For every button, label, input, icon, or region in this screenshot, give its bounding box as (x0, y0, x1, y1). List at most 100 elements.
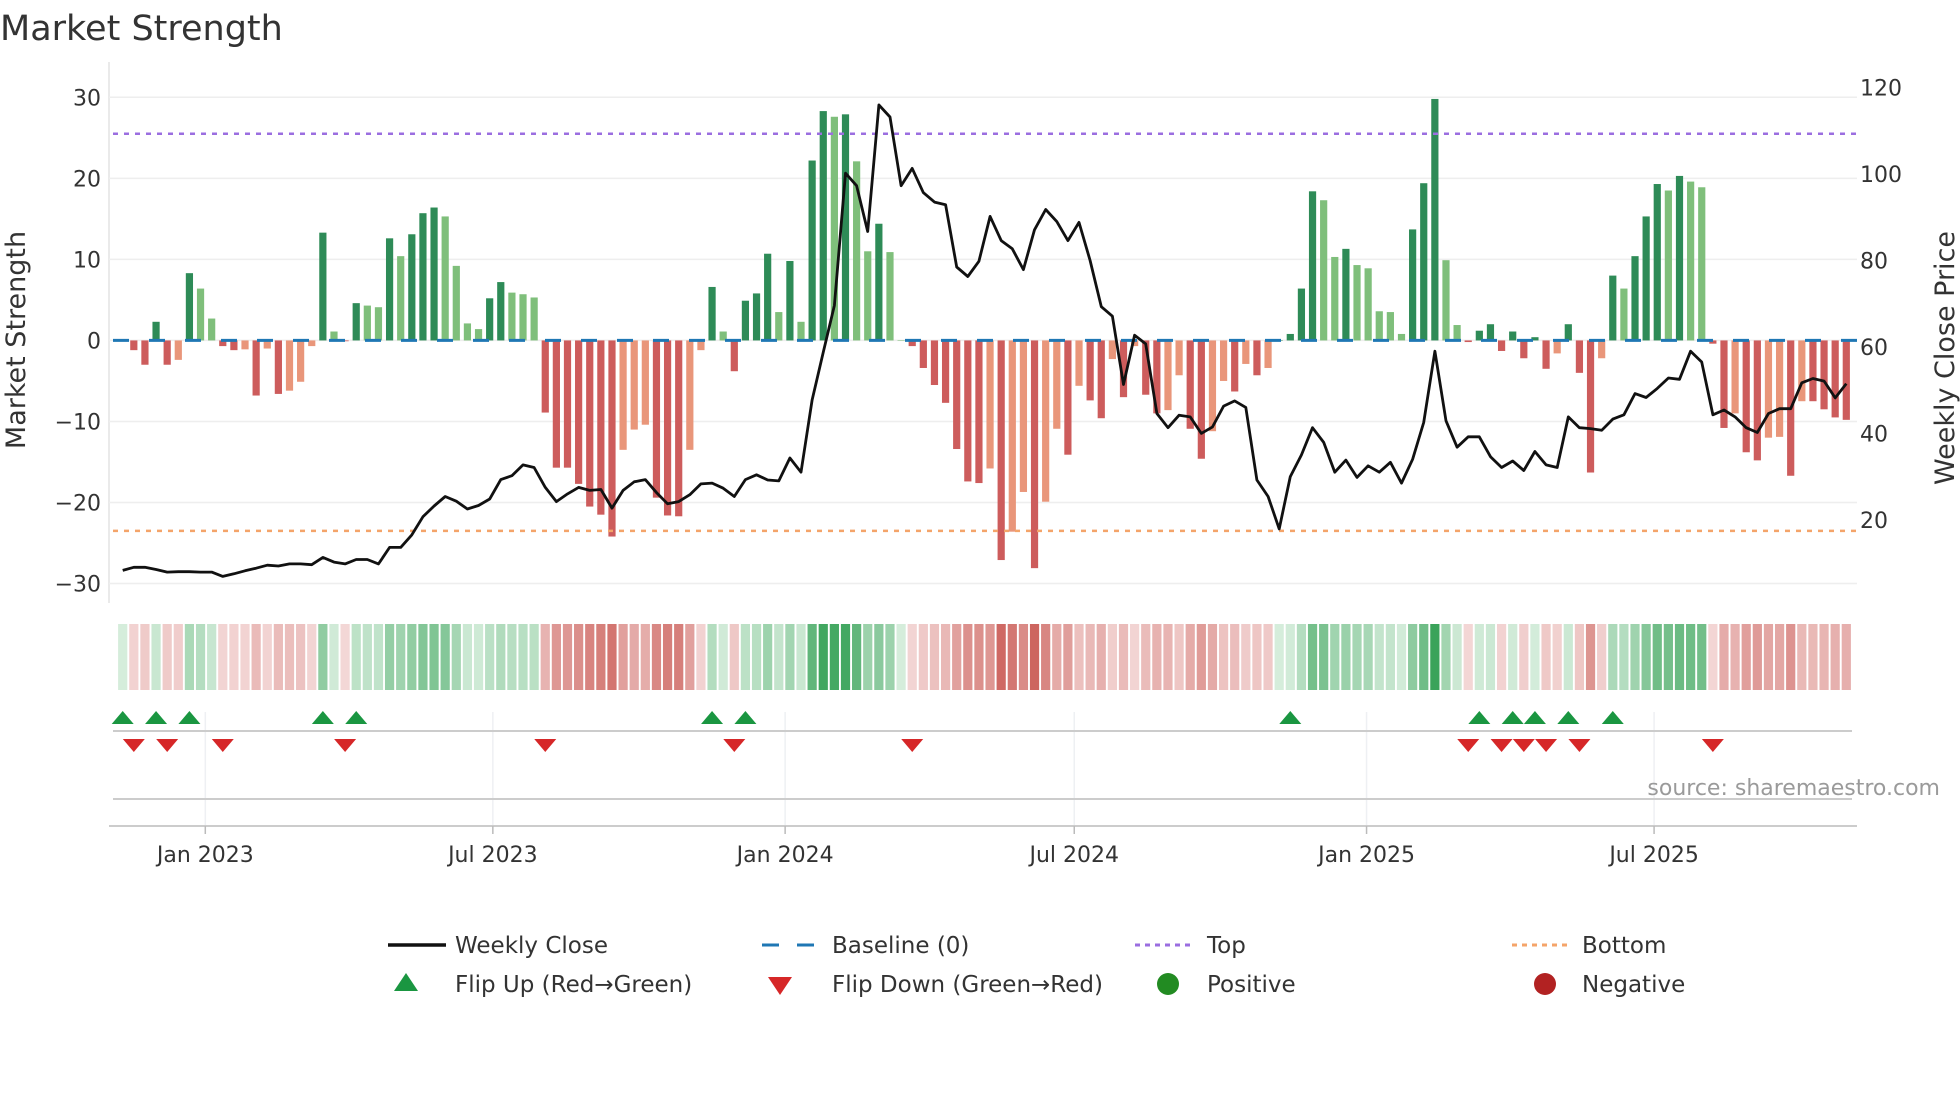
strength-bar (1242, 340, 1250, 364)
y-tick-label: −20 (55, 492, 101, 517)
strength-bar (930, 340, 939, 386)
heatmap-cell (407, 624, 417, 690)
strength-bar (1375, 311, 1383, 341)
heatmap-cell (1252, 624, 1262, 690)
flip-down-marker (1512, 739, 1535, 752)
strength-bar (1486, 324, 1495, 341)
heatmap-cell (774, 624, 784, 690)
heatmap-cell (140, 624, 150, 690)
strength-bar (1764, 340, 1773, 438)
flip-down-marker (1568, 739, 1591, 752)
strength-bar (919, 340, 927, 368)
strength-bar (841, 114, 850, 341)
strength-bar (1442, 260, 1450, 341)
strength-bar (652, 340, 661, 498)
y-axis-ticks: 30 20 10 0 −10 −20 −30 (55, 86, 101, 597)
heatmap-cell (1452, 624, 1462, 690)
heatmap-cell (129, 624, 139, 690)
strength-bar (1409, 229, 1417, 341)
heatmap-cell (1752, 624, 1762, 690)
heatmap-cell (173, 624, 183, 690)
x-tick-label: Jan 2023 (155, 843, 254, 868)
heatmap-cell (974, 624, 984, 690)
heatmap-cell (1597, 624, 1607, 690)
strength-bar (419, 213, 427, 341)
heatmap-cell (396, 624, 406, 690)
heatmap-cell (529, 624, 539, 690)
heatmap-cell (585, 624, 595, 690)
strength-bar (1809, 340, 1817, 402)
heatmap-cell (1408, 624, 1418, 690)
strength-bar (1053, 340, 1061, 429)
heatmap-cell (462, 624, 473, 690)
heatmap-cell (1385, 624, 1395, 690)
heatmap-cell (1230, 624, 1240, 690)
strength-bar (363, 305, 371, 341)
heatmap-cell (1496, 624, 1507, 690)
y-tick-label: −10 (55, 410, 101, 435)
strength-bar (452, 265, 460, 341)
heatmap-cell (273, 624, 283, 690)
flip-up-marker (1501, 711, 1524, 724)
strength-bar (441, 216, 449, 341)
strength-bar (1208, 340, 1217, 432)
heatmap-cell (1819, 624, 1829, 690)
heatmap-cell (1697, 624, 1707, 690)
heatmap-cell (1063, 624, 1073, 690)
heatmap-cell (1118, 624, 1129, 690)
y2-tick-label: 100 (1860, 163, 1902, 188)
strength-bar (630, 340, 638, 430)
flip-up-marker (701, 711, 724, 724)
strength-bar (1820, 340, 1828, 410)
strength-bar (285, 340, 294, 391)
legend-circle-icon (1534, 973, 1556, 995)
heatmap-cell (1330, 624, 1340, 690)
flip-up-marker (311, 711, 334, 724)
heatmap-cell (1130, 624, 1140, 690)
heatmap-cell (1374, 624, 1384, 690)
heatmap-cell (1719, 624, 1729, 690)
strength-bar (764, 253, 772, 341)
legend-circle-icon (1157, 973, 1179, 995)
heatmap-cell (329, 624, 339, 690)
flip-down-marker (901, 739, 924, 752)
heatmap-cell (1085, 624, 1095, 690)
y2-tick-label: 20 (1860, 509, 1888, 534)
heatmap-cell (195, 624, 206, 690)
heatmap-cell (229, 624, 239, 690)
heatmap-cell (284, 624, 295, 690)
heatmap-cell (1441, 624, 1451, 690)
strength-bar (708, 286, 716, 341)
heatmap-cell (1508, 624, 1518, 690)
heatmap-cell (863, 624, 873, 690)
heatmap-cell (718, 624, 728, 690)
heatmap-cell (1396, 624, 1407, 690)
strength-bar (196, 288, 205, 341)
strength-bar (1453, 325, 1461, 341)
strength-bar (1042, 340, 1050, 502)
strength-bar (1353, 265, 1361, 341)
y-tick-label: 30 (73, 86, 101, 111)
heatmap-cell (807, 624, 817, 690)
strength-bar (1264, 340, 1272, 368)
strength-bar (1564, 324, 1572, 341)
heatmap-cell (507, 624, 517, 690)
strength-bar (552, 340, 560, 468)
strength-bar (1542, 340, 1550, 369)
x-tick-label: Jan 2024 (735, 843, 834, 868)
heatmap-cell (418, 624, 428, 690)
heatmap-cell (1463, 624, 1473, 690)
heatmap-cell (207, 624, 217, 690)
strength-bar (141, 340, 149, 365)
heatmap-cell (918, 624, 928, 690)
strength-bar (1842, 340, 1850, 420)
strength-bar (563, 340, 572, 468)
strength-bar (152, 321, 160, 341)
reference-lines (113, 132, 1857, 533)
y-tick-label: 0 (87, 329, 101, 354)
legend-label: Negative (1582, 972, 1685, 998)
legend-label: Bottom (1582, 933, 1666, 959)
strength-bar (1008, 340, 1016, 532)
heatmap-cell (751, 624, 762, 690)
strength-bar (864, 251, 872, 341)
